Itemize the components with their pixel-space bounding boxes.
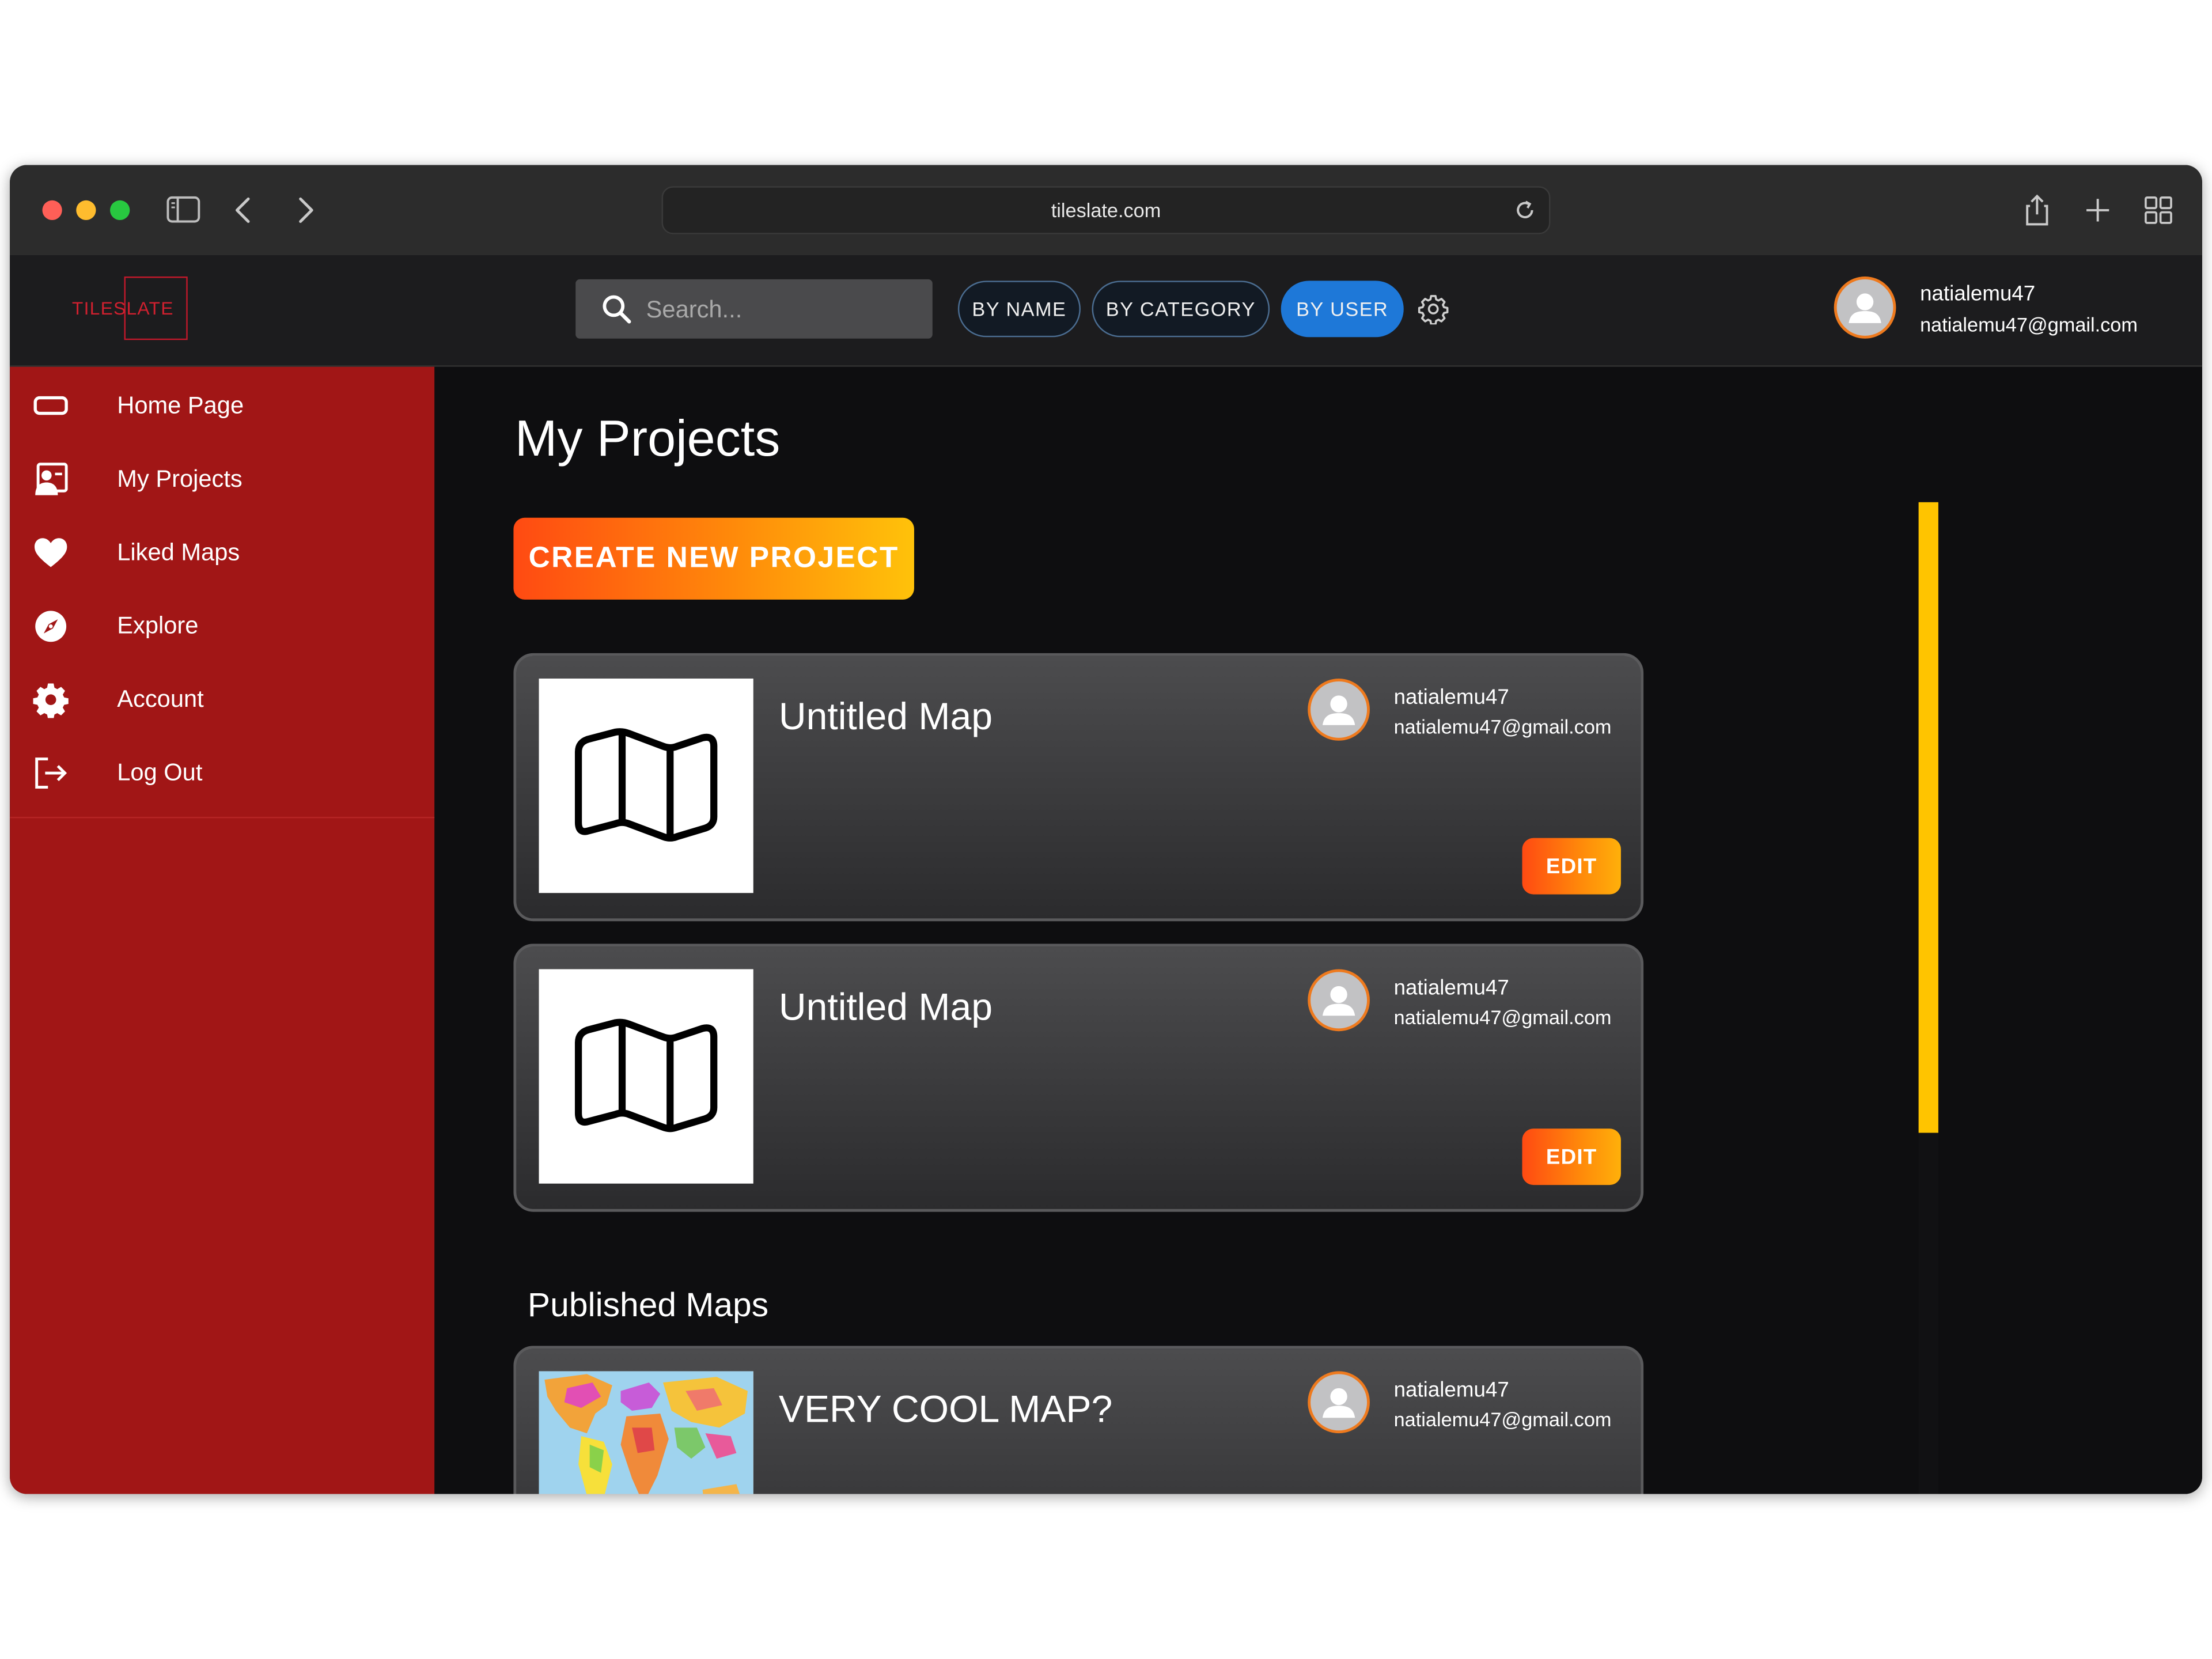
page-title: My Projects [514,409,781,467]
header-username: natialemu47 [1920,282,2036,306]
sidebar-item-account[interactable]: Account [10,663,434,736]
header-email: natialemu47@gmail.com [1920,313,2138,336]
map-icon [574,728,718,842]
owner-avatar [1308,969,1370,1032]
logout-icon [35,757,67,789]
world-map-image [539,1371,753,1494]
sidebar-item-label: Liked Maps [117,539,240,566]
sidebar-item-label: Account [117,685,204,713]
search-input[interactable] [643,279,926,342]
filter-by-user-button[interactable]: BY USER [1281,281,1404,338]
sidebar-item-label: Explore [117,612,199,639]
sidebar: Home Page My Projects Liked Maps Explore… [10,366,435,1494]
minimize-window-button[interactable] [76,200,96,221]
user-avatar[interactable] [1834,276,1896,339]
gear-icon[interactable] [1418,293,1449,325]
project-card[interactable]: Untitled Map natialemu47 natialemu47@gma… [513,944,1644,1212]
owner-email: natialemu47@gmail.com [1393,1408,1612,1431]
search-icon [603,295,631,324]
sidebar-item-home[interactable]: Home Page [10,370,434,443]
url-text: tileslate.com [1051,199,1161,222]
new-tab-icon[interactable] [2080,194,2116,228]
sidebar-item-label: My Projects [117,465,243,493]
app-header: TILESLATE BY NAME BY CATEGORY BY USER na… [10,255,2202,367]
project-title: VERY COOL MAP? [778,1388,1113,1431]
owner-avatar [1308,1371,1370,1434]
published-maps-heading: Published Maps [527,1286,769,1325]
owner-email: natialemu47@gmail.com [1393,1006,1612,1029]
sidebar-divider [10,816,435,819]
project-card[interactable]: Untitled Map natialemu47 natialemu47@gma… [513,653,1644,922]
sidebar-item-label: Log Out [117,759,203,786]
owner-username: natialemu47 [1393,976,1509,1001]
map-thumbnail [539,969,753,1184]
sidebar-item-label: Home Page [117,392,244,419]
filter-by-name-button[interactable]: BY NAME [957,281,1081,338]
close-window-button[interactable] [42,200,62,221]
compass-icon [35,611,67,642]
published-map-card[interactable]: VERY COOL MAP? natialemu47 natialemu47@g… [513,1346,1644,1494]
home-icon [33,396,68,415]
projects-icon [35,463,68,495]
sidebar-item-my-projects[interactable]: My Projects [10,443,434,516]
person-icon [1322,986,1355,1016]
owner-email: natialemu47@gmail.com [1393,715,1612,738]
browser-toolbar: tileslate.com [10,165,2202,256]
project-title: Untitled Map [778,986,993,1029]
project-title: Untitled Map [778,695,993,738]
search-box [575,279,933,342]
owner-avatar [1308,678,1370,741]
map-icon [574,1018,718,1132]
heart-icon [35,538,67,567]
address-bar[interactable]: tileslate.com [661,186,1551,234]
edit-button[interactable]: EDIT [1522,838,1621,895]
filter-by-category-button[interactable]: BY CATEGORY [1092,281,1270,338]
browser-window: tileslate.com TILESLATE Search... BY NAM… [10,165,2202,1494]
share-icon[interactable] [2019,194,2056,228]
forward-icon[interactable] [286,194,323,228]
tab-overview-icon[interactable] [2140,194,2177,228]
maximize-window-button[interactable] [110,200,130,221]
person-icon [1849,293,1881,323]
reload-icon[interactable] [1512,198,1537,223]
scrollbar-thumb[interactable] [1918,502,1938,1133]
edit-button[interactable]: EDIT [1522,1128,1621,1185]
sidebar-item-explore[interactable]: Explore [10,590,434,663]
create-new-project-button[interactable]: CREATE NEW PROJECT [513,517,914,600]
sidebar-toggle-icon[interactable] [165,194,202,228]
person-icon [1322,695,1355,725]
map-thumbnail [539,678,753,893]
map-thumbnail [539,1371,753,1494]
logo[interactable]: TILESLATE [72,298,174,319]
owner-username: natialemu47 [1393,685,1509,710]
gear-icon [33,683,69,718]
sidebar-item-log-out[interactable]: Log Out [10,736,434,809]
person-icon [1322,1388,1355,1418]
owner-username: natialemu47 [1393,1378,1509,1403]
sidebar-item-liked-maps[interactable]: Liked Maps [10,516,434,589]
back-icon[interactable] [226,194,263,228]
main-content: My Projects CREATE NEW PROJECT Untitled … [434,366,2202,1494]
